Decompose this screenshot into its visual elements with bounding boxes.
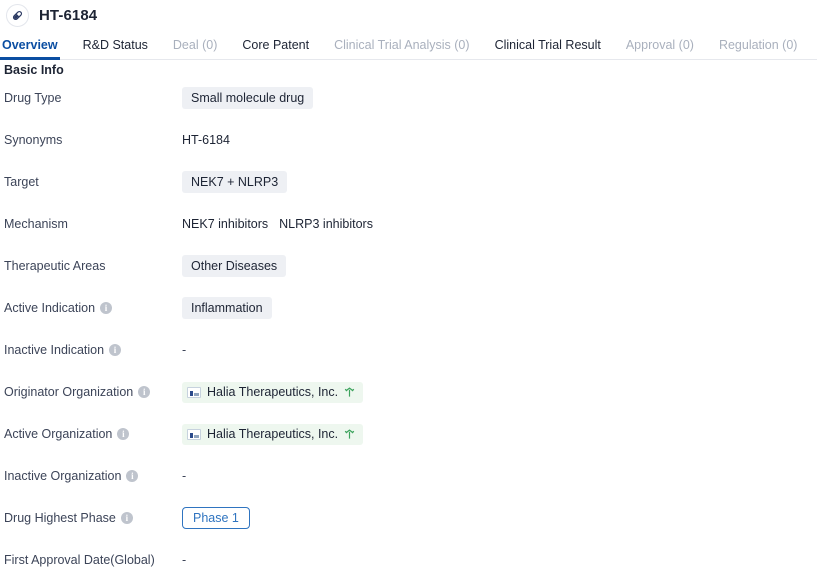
- info-row-mechanism: Mechanism NEK7 inhibitors NLRP3 inhibito…: [0, 203, 817, 245]
- info-value: HT-6184: [182, 133, 817, 147]
- info-label-text: Target: [4, 175, 39, 189]
- info-icon[interactable]: i: [100, 302, 113, 314]
- value-mechanism-item: NEK7 inhibitors: [182, 217, 269, 231]
- info-label-text: Active Indication: [4, 301, 96, 315]
- info-value: Phase 1: [182, 507, 817, 529]
- info-label-text: Active Organization: [4, 427, 113, 441]
- org-chip-originator[interactable]: Halia Therapeutics, Inc.: [182, 381, 364, 403]
- tab-core-patent[interactable]: Core Patent: [242, 37, 309, 60]
- page-header: HT-6184: [0, 0, 817, 30]
- info-icon[interactable]: i: [117, 428, 130, 440]
- info-icon[interactable]: i: [109, 344, 122, 356]
- info-label: Inactive Organization i: [4, 469, 182, 483]
- info-row-active-indication: Active Indication i Inflammation: [0, 287, 817, 329]
- page-title: HT-6184: [39, 6, 98, 24]
- info-row-inactive-indication: Inactive Indication i -: [0, 329, 817, 371]
- info-value: NEK7 + NLRP3: [182, 171, 817, 193]
- info-icon[interactable]: i: [138, 386, 151, 398]
- info-row-first-approval-date: First Approval Date(Global) -: [0, 539, 817, 570]
- info-label: Drug Type: [4, 91, 182, 105]
- info-value: -: [182, 343, 817, 357]
- tag-drug-type[interactable]: Small molecule drug: [182, 87, 314, 109]
- tab-deal[interactable]: Deal (0): [173, 37, 217, 60]
- info-row-originator-organization: Originator Organization i Halia Therapeu…: [0, 371, 817, 413]
- value-mechanism-item: NLRP3 inhibitors: [279, 217, 373, 231]
- info-label: Active Organization i: [4, 427, 182, 441]
- org-chip-active[interactable]: Halia Therapeutics, Inc.: [182, 423, 364, 445]
- info-label: Synonyms: [4, 133, 182, 147]
- info-label-text: Mechanism: [4, 217, 68, 231]
- info-label: Target: [4, 175, 182, 189]
- tag-active-indication[interactable]: Inflammation: [182, 297, 272, 319]
- basic-info-list: Drug Type Small molecule drug Synonyms H…: [0, 77, 817, 570]
- info-label-text: Drug Highest Phase: [4, 511, 116, 525]
- info-label: Therapeutic Areas: [4, 259, 182, 273]
- info-row-target: Target NEK7 + NLRP3: [0, 161, 817, 203]
- tab-bar: Overview R&D Status Deal (0) Core Patent…: [0, 30, 817, 60]
- value-empty: -: [182, 343, 187, 357]
- value-empty: -: [182, 469, 187, 483]
- info-label: Drug Highest Phase i: [4, 511, 182, 525]
- phase-badge[interactable]: Phase 1: [182, 507, 250, 529]
- org-chip-label: Halia Therapeutics, Inc.: [207, 426, 339, 441]
- info-value: Halia Therapeutics, Inc.: [182, 423, 817, 445]
- basic-info-section: Basic Info Drug Type Small molecule drug…: [0, 60, 817, 570]
- tab-approval[interactable]: Approval (0): [626, 37, 694, 60]
- info-value: Inflammation: [182, 297, 817, 319]
- info-value: Small molecule drug: [182, 87, 817, 109]
- tab-clinical-trial-analysis[interactable]: Clinical Trial Analysis (0): [334, 37, 469, 60]
- tab-regulation[interactable]: Regulation (0): [719, 37, 798, 60]
- info-icon[interactable]: i: [126, 470, 139, 482]
- info-label-text: Synonyms: [4, 133, 63, 147]
- info-label-text: Therapeutic Areas: [4, 259, 106, 273]
- info-row-drug-highest-phase: Drug Highest Phase i Phase 1: [0, 497, 817, 539]
- info-value: -: [182, 553, 817, 567]
- info-label-text: First Approval Date(Global): [4, 553, 155, 567]
- info-label: Mechanism: [4, 217, 182, 231]
- info-value: Halia Therapeutics, Inc.: [182, 381, 817, 403]
- info-value: NEK7 inhibitors NLRP3 inhibitors: [182, 217, 817, 231]
- info-label: Originator Organization i: [4, 385, 182, 399]
- info-label-text: Inactive Organization: [4, 469, 122, 483]
- company-logo-icon: [187, 386, 201, 398]
- info-row-therapeutic-areas: Therapeutic Areas Other Diseases: [0, 245, 817, 287]
- org-chip-label: Halia Therapeutics, Inc.: [207, 384, 339, 399]
- info-label: First Approval Date(Global): [4, 553, 182, 567]
- tab-rd-status[interactable]: R&D Status: [83, 37, 148, 60]
- section-title-basic-info: Basic Info: [4, 63, 64, 77]
- info-label-text: Drug Type: [4, 91, 62, 105]
- tag-therapeutic-area[interactable]: Other Diseases: [182, 255, 287, 277]
- info-icon[interactable]: i: [120, 512, 133, 524]
- trend-up-icon: [344, 386, 355, 397]
- tab-overview[interactable]: Overview: [0, 37, 60, 60]
- info-label-text: Inactive Indication: [4, 343, 105, 357]
- info-label-text: Originator Organization: [4, 385, 134, 399]
- value-synonyms: HT-6184: [182, 133, 230, 147]
- info-value: Other Diseases: [182, 255, 817, 277]
- trend-up-icon: [344, 428, 355, 439]
- info-row-drug-type: Drug Type Small molecule drug: [0, 77, 817, 119]
- value-empty: -: [182, 553, 187, 567]
- tab-clinical-trial-result[interactable]: Clinical Trial Result: [495, 37, 601, 60]
- info-row-synonyms: Synonyms HT-6184: [0, 119, 817, 161]
- info-value: -: [182, 469, 817, 483]
- info-label: Inactive Indication i: [4, 343, 182, 357]
- info-row-inactive-organization: Inactive Organization i -: [0, 455, 817, 497]
- info-label: Active Indication i: [4, 301, 182, 315]
- tag-target[interactable]: NEK7 + NLRP3: [182, 171, 288, 193]
- company-logo-icon: [187, 428, 201, 440]
- info-row-active-organization: Active Organization i Halia Therapeutics…: [0, 413, 817, 455]
- capsule-icon: [6, 3, 29, 27]
